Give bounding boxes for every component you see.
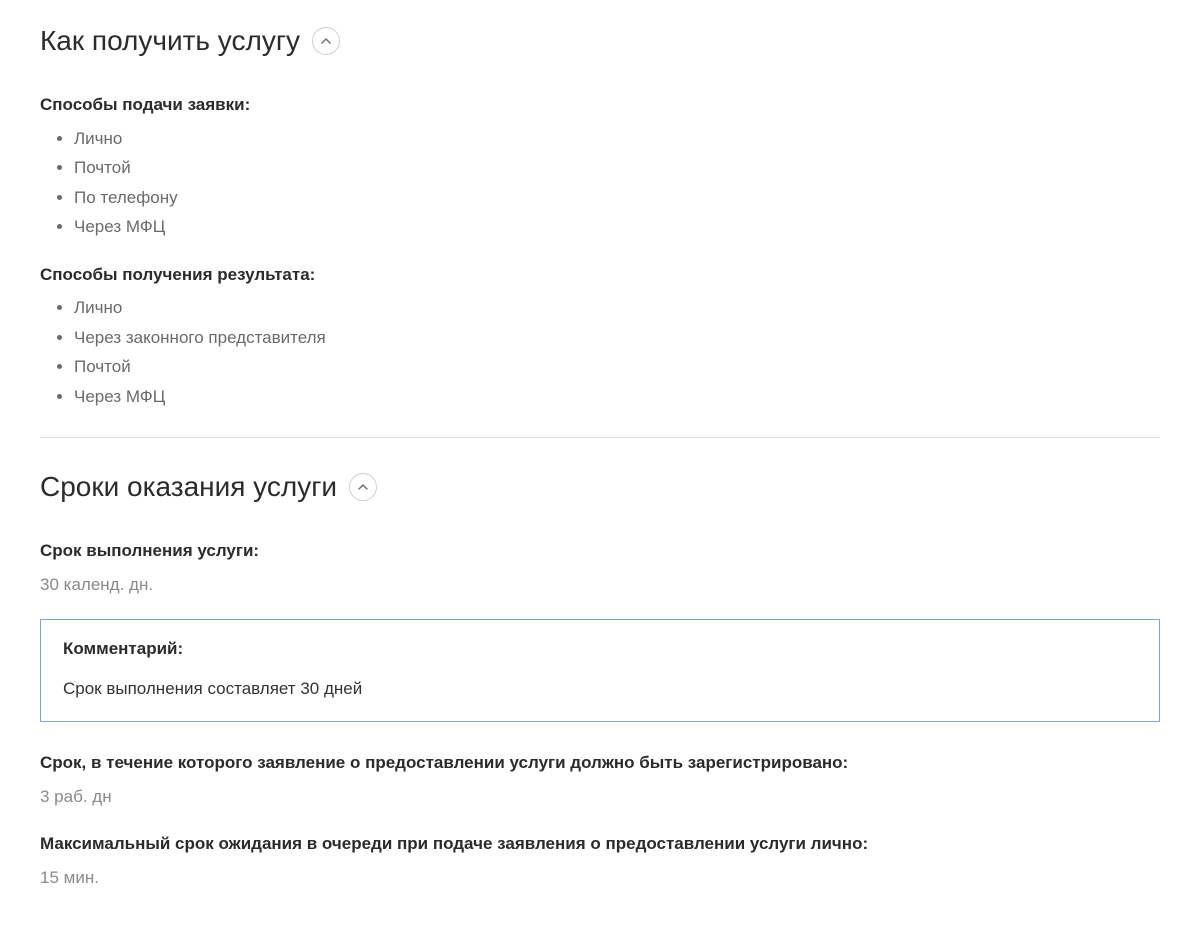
list-item: Почтой — [74, 155, 1160, 181]
comment-box: Комментарий: Срок выполнения составляет … — [40, 619, 1160, 722]
collapse-button-section2[interactable] — [349, 473, 377, 501]
queue-value: 15 мин. — [40, 865, 1160, 891]
section-divider — [40, 437, 1160, 438]
list-item: Лично — [74, 295, 1160, 321]
collapse-button-section1[interactable] — [312, 27, 340, 55]
duration-value: 30 календ. дн. — [40, 572, 1160, 598]
section-title-service-terms: Сроки оказания услуги — [40, 466, 1160, 508]
list-item: Лично — [74, 126, 1160, 152]
queue-label: Максимальный срок ожидания в очереди при… — [40, 831, 1160, 857]
result-methods-list: Лично Через законного представителя Почт… — [40, 295, 1160, 409]
section-title-text: Как получить услугу — [40, 20, 300, 62]
register-label: Срок, в течение которого заявление о пре… — [40, 750, 1160, 776]
section-title-how-to-get: Как получить услугу — [40, 20, 1160, 62]
chevron-up-icon — [321, 38, 331, 44]
comment-label: Комментарий: — [63, 636, 1137, 662]
duration-label: Срок выполнения услуги: — [40, 538, 1160, 564]
list-item: По телефону — [74, 185, 1160, 211]
submit-methods-list: Лично Почтой По телефону Через МФЦ — [40, 126, 1160, 240]
submit-methods-heading: Способы подачи заявки: — [40, 92, 1160, 118]
register-value: 3 раб. дн — [40, 784, 1160, 810]
section-title-text: Сроки оказания услуги — [40, 466, 337, 508]
result-methods-heading: Способы получения результата: — [40, 262, 1160, 288]
list-item: Через МФЦ — [74, 384, 1160, 410]
list-item: Через МФЦ — [74, 214, 1160, 240]
list-item: Почтой — [74, 354, 1160, 380]
comment-text: Срок выполнения составляет 30 дней — [63, 676, 1137, 702]
list-item: Через законного представителя — [74, 325, 1160, 351]
chevron-up-icon — [358, 484, 368, 490]
